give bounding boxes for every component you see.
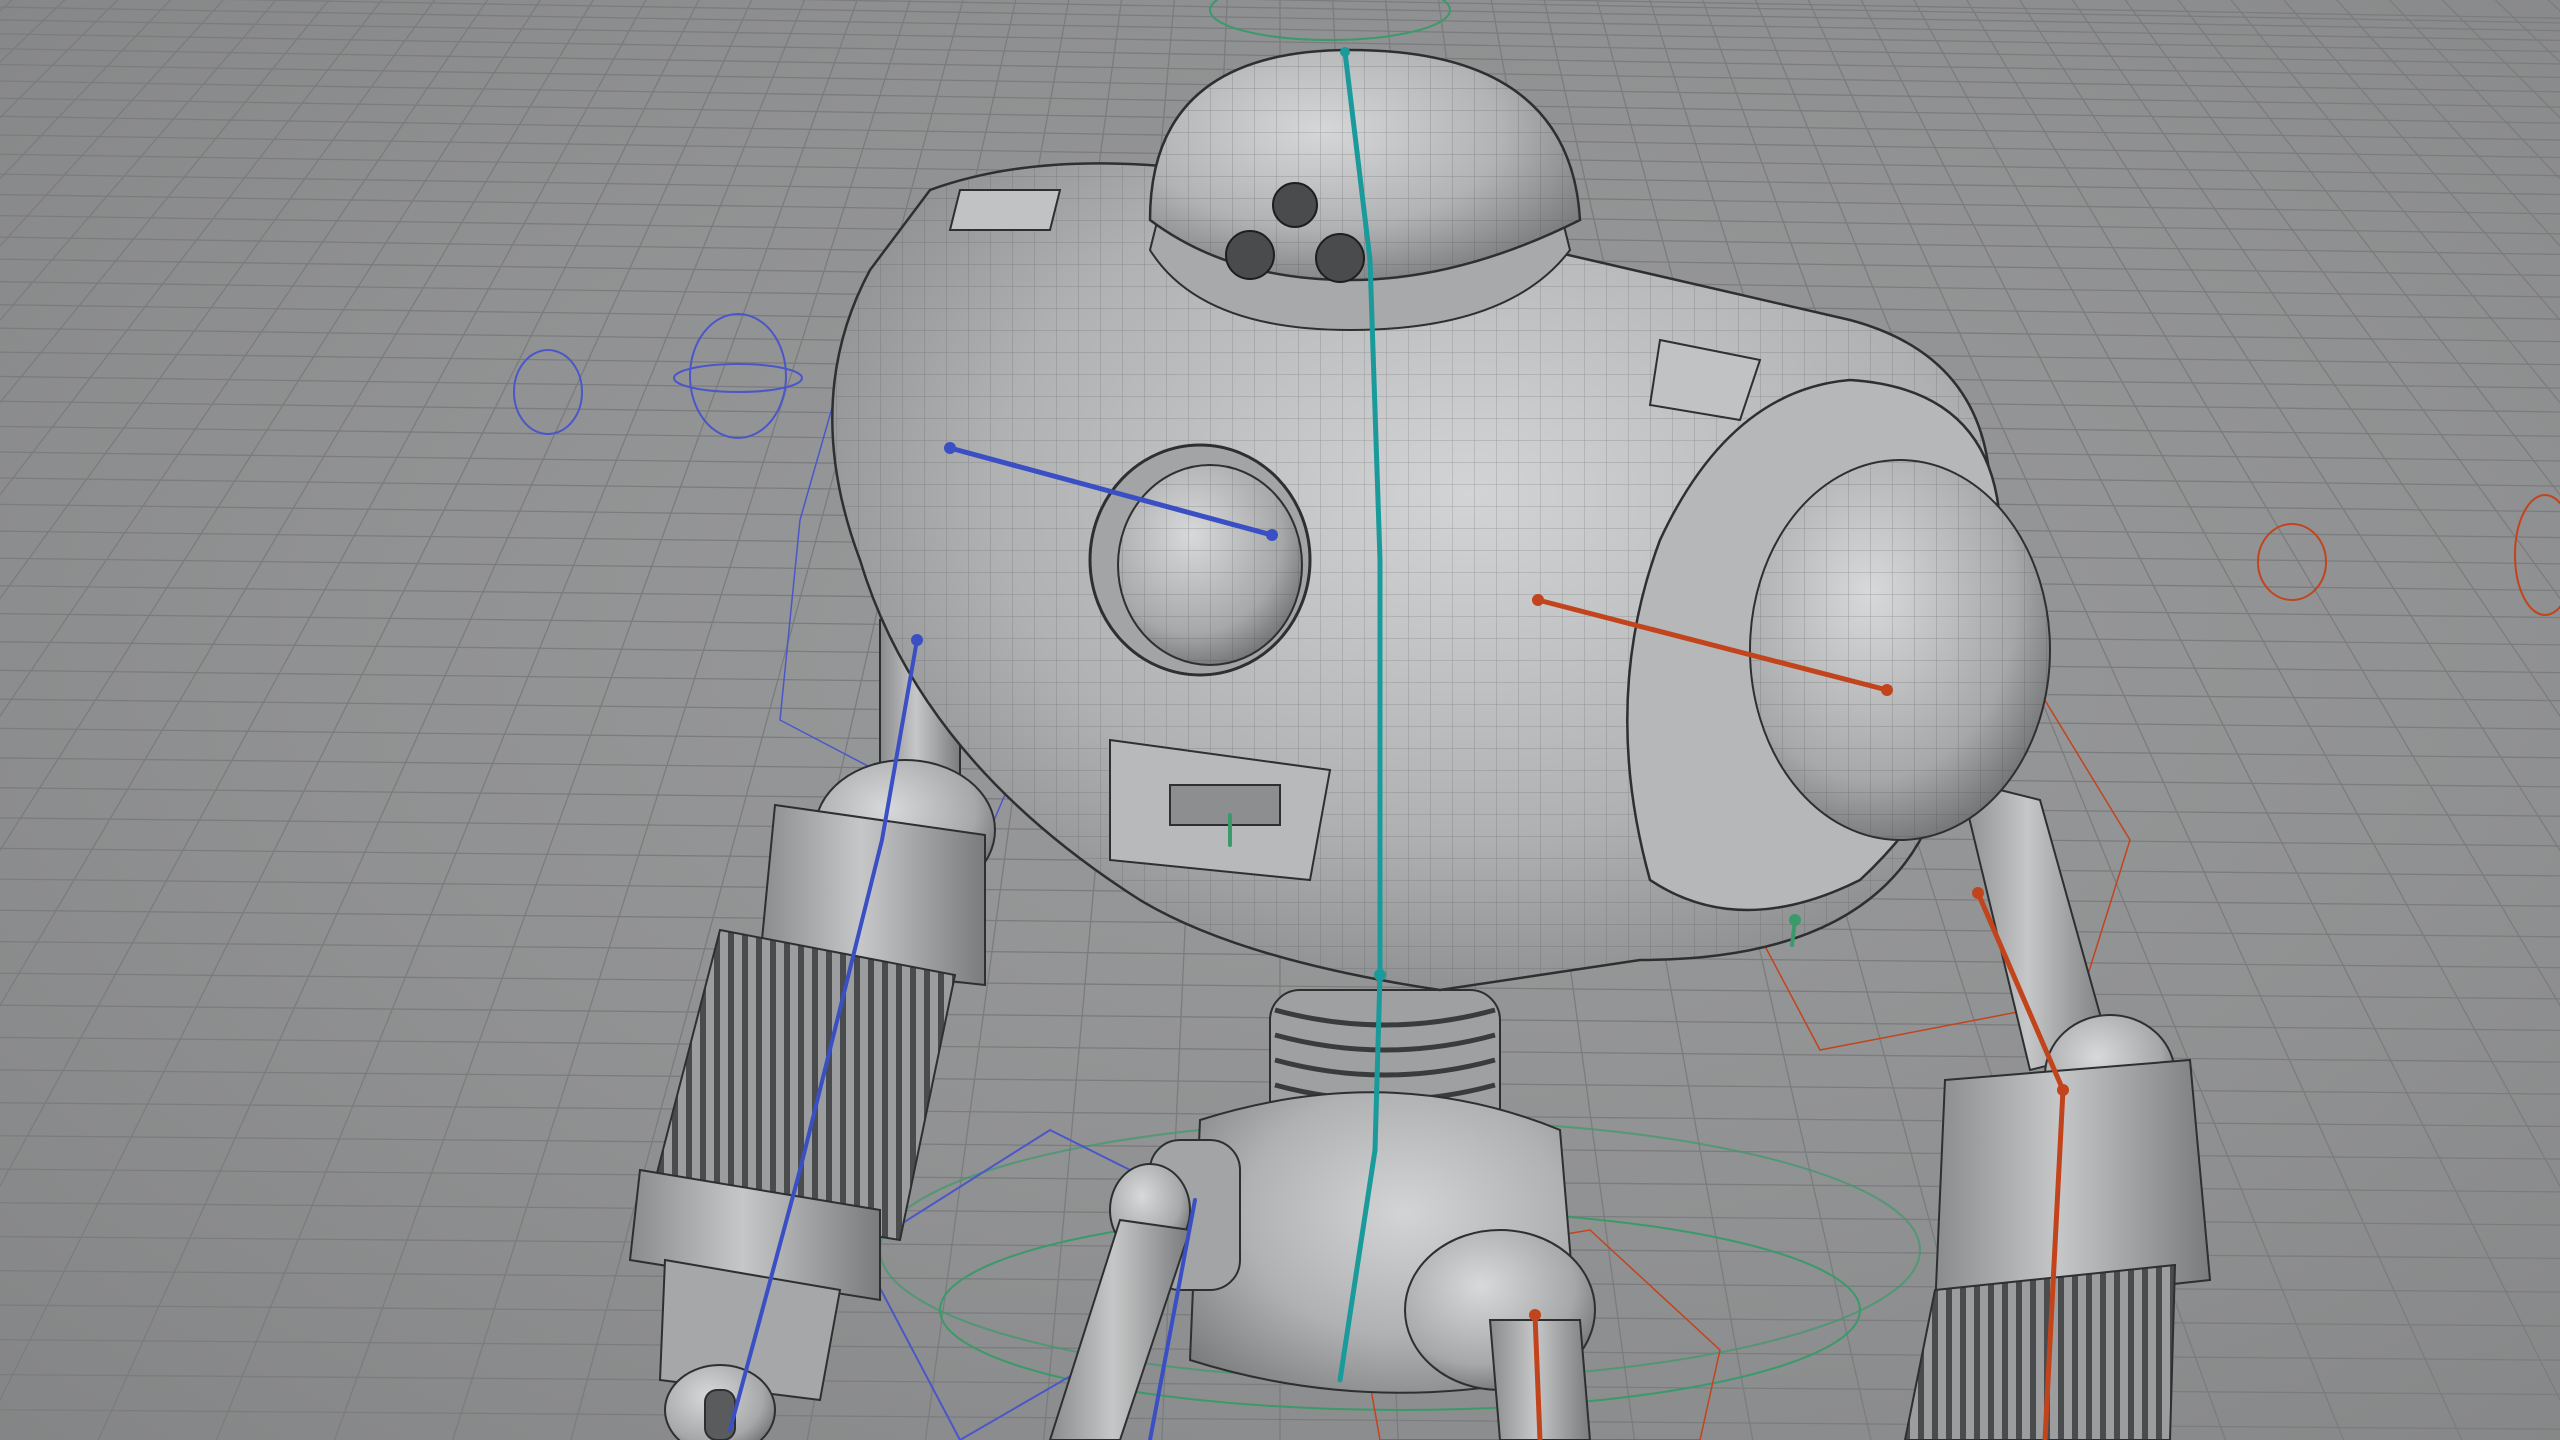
sensor-eye-right [1315, 233, 1365, 283]
right-arm[interactable] [1903, 778, 2212, 1440]
head[interactable] [1148, 48, 1582, 332]
right-elbow-joint-icon [1881, 684, 1893, 696]
left-hip-joint-icon [911, 634, 923, 646]
left-arm-control-curve [689, 313, 787, 439]
right-arm-ribbed-sleeve [1903, 1263, 2177, 1440]
right-shoulder-joint-icon [1532, 594, 1544, 606]
left-shoulder-control-curve [513, 349, 583, 435]
right-knee-joint-icon [2057, 1084, 2069, 1096]
right-arm-control-curve [2514, 494, 2560, 616]
pelvis[interactable] [1048, 989, 1596, 1440]
head-joint-icon [1340, 47, 1350, 57]
left-shoulder-joint-icon [944, 442, 956, 454]
3d-viewport[interactable] [0, 0, 2560, 1440]
left-arm-control-ring [673, 363, 803, 393]
sensor-eye-top [1272, 182, 1318, 228]
right-ankle-joint-icon [1529, 1309, 1541, 1321]
chest-joint-icon [1374, 969, 1386, 981]
sensor-eye-left [1225, 230, 1275, 280]
viewport-scene[interactable] [0, 0, 2560, 1440]
right-shoulder-control-curve [2257, 523, 2327, 601]
right-wrist-joint-icon [1972, 887, 1984, 899]
left-elbow-joint-icon [1266, 529, 1278, 541]
